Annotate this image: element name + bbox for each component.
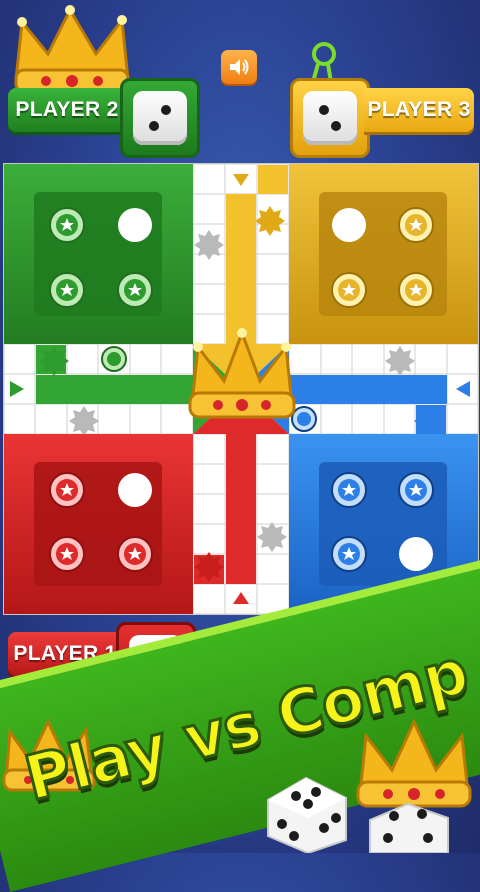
green-token[interactable] xyxy=(49,207,85,243)
red-token[interactable] xyxy=(117,536,153,572)
player-2-dice-button[interactable] xyxy=(120,78,200,158)
sound-button[interactable] xyxy=(221,50,257,84)
blue-arrow-icon xyxy=(456,381,470,397)
green-home xyxy=(4,164,193,344)
empty-token-spot xyxy=(399,537,433,571)
game-screen: PLAYER 2 PLAYER 3 PLAYER 1 Play vs Comp xyxy=(0,0,480,892)
empty-token-spot xyxy=(118,208,152,242)
player-3-dice-button[interactable] xyxy=(290,78,370,158)
empty-token-spot xyxy=(332,208,366,242)
yellow-token[interactable] xyxy=(398,272,434,308)
blue-token-on-path[interactable] xyxy=(291,406,317,432)
green-token[interactable] xyxy=(49,272,85,308)
blue-token[interactable] xyxy=(398,472,434,508)
yellow-token[interactable] xyxy=(331,272,367,308)
yellow-home xyxy=(289,164,478,344)
board-canvas xyxy=(4,164,478,614)
player-2-dice xyxy=(133,91,187,145)
green-token[interactable] xyxy=(117,272,153,308)
red-token[interactable] xyxy=(49,472,85,508)
green-token-on-path[interactable] xyxy=(101,346,127,372)
player-3-panel: PLAYER 3 xyxy=(290,78,476,158)
ludo-board xyxy=(3,163,479,615)
empty-token-spot xyxy=(118,473,152,507)
dice-icon xyxy=(267,776,347,853)
green-arrow-icon xyxy=(10,381,24,397)
red-arrow-icon xyxy=(233,592,249,604)
red-home xyxy=(4,434,193,614)
red-token[interactable] xyxy=(49,536,85,572)
player-2-label: PLAYER 2 xyxy=(8,88,126,132)
player-3-dice xyxy=(303,91,357,145)
blue-token[interactable] xyxy=(331,536,367,572)
yellow-arrow-icon xyxy=(233,174,249,186)
player-3-label: PLAYER 3 xyxy=(364,88,474,132)
blue-token[interactable] xyxy=(331,472,367,508)
dice-icon xyxy=(369,802,449,853)
speaker-icon xyxy=(230,59,249,75)
player-2-panel: PLAYER 2 xyxy=(8,78,200,158)
crown-icon xyxy=(188,328,296,419)
yellow-token[interactable] xyxy=(398,207,434,243)
